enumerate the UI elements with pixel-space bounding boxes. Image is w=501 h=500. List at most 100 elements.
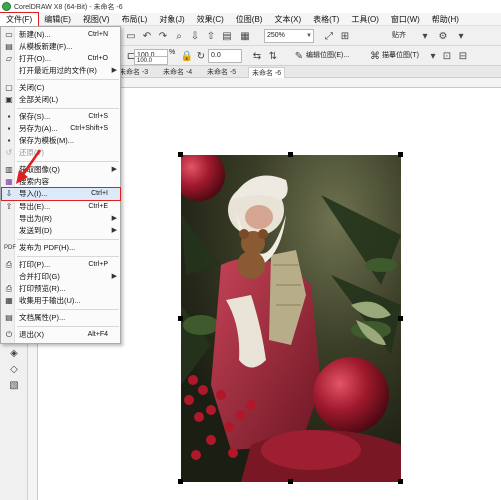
menu-item-save-as[interactable]: ▪ 另存为(A)... Ctrl+Shift+S bbox=[2, 123, 120, 135]
menu-view[interactable]: 视图(V) bbox=[77, 13, 116, 26]
undo-icon[interactable]: ↶ bbox=[140, 29, 154, 43]
menu-item-save[interactable]: ▪ 保存(S)... Ctrl+S bbox=[2, 111, 120, 123]
angle-value: 0.0 bbox=[211, 52, 221, 59]
menu-item-send-to[interactable]: 发送到(D) ▶ bbox=[2, 225, 120, 237]
menu-separator bbox=[17, 326, 119, 327]
tab-untitled-3[interactable]: 未命名 -3 bbox=[116, 67, 151, 78]
chevron-down-icon: ▼ bbox=[306, 33, 312, 39]
edit-bitmap-icon[interactable]: ✎ bbox=[292, 49, 306, 63]
resample-icon[interactable]: ⊟ bbox=[456, 49, 470, 63]
close-all-icon: ▣ bbox=[5, 95, 13, 104]
zoom-value: 250% bbox=[267, 32, 285, 39]
menu-item-publish-pdf[interactable]: PDF 发布为 PDF(H)... bbox=[2, 242, 120, 254]
fill-tool-icon[interactable]: ◈ bbox=[7, 346, 21, 360]
print-icon: ⎙ bbox=[5, 260, 13, 269]
menu-item-print[interactable]: ⎙ 打印(P)... Ctrl+P bbox=[2, 259, 120, 271]
trace-bitmap-button[interactable]: 描摹位图(T) bbox=[382, 50, 419, 60]
menu-item-save-as-template[interactable]: ▪ 保存为模板(M)... bbox=[2, 135, 120, 147]
menu-item-acquire-image[interactable]: ▥ 获取图像(Q) ▶ bbox=[2, 164, 120, 176]
snap-chevron-icon[interactable]: ▾ bbox=[418, 29, 432, 43]
search-content-icon: ▦ bbox=[5, 177, 13, 186]
menu-window[interactable]: 窗口(W) bbox=[385, 13, 426, 26]
trace-bitmap-icon[interactable]: ⌘ bbox=[368, 49, 382, 63]
tab-untitled-5[interactable]: 未命名 -5 bbox=[204, 67, 239, 78]
menu-item-open[interactable]: ▱ 打开(O)... Ctrl+O bbox=[2, 53, 120, 65]
trace-chevron-icon[interactable]: ▾ bbox=[426, 49, 440, 63]
tab-untitled-6[interactable]: 未命名 -6 bbox=[248, 67, 286, 78]
selection-handle-bottom-left[interactable] bbox=[178, 479, 183, 484]
export-toolbar-icon[interactable]: ⇧ bbox=[204, 29, 218, 43]
selection-handle-top[interactable] bbox=[288, 152, 293, 157]
menu-object[interactable]: 对象(J) bbox=[153, 13, 190, 26]
snap-to-label[interactable]: 贴齐 bbox=[392, 30, 406, 40]
menu-item-close-all[interactable]: ▣ 全部关闭(L) bbox=[2, 94, 120, 106]
zoom-combo[interactable]: 250% ▼ bbox=[264, 29, 314, 43]
pdf-icon: PDF bbox=[4, 245, 16, 251]
angle-field[interactable]: 0.0 bbox=[208, 49, 242, 63]
redo-icon[interactable]: ↷ bbox=[156, 29, 170, 43]
new-doc-icon: ▭ bbox=[5, 30, 13, 39]
selection-handle-top-left[interactable] bbox=[178, 152, 183, 157]
menu-text[interactable]: 文本(X) bbox=[268, 13, 307, 26]
interactive-fill-tool-icon[interactable]: ◇ bbox=[7, 362, 21, 376]
tab-untitled-4[interactable]: 未命名 -4 bbox=[160, 67, 195, 78]
menu-item-collect-for-output[interactable]: ▦ 收集用于输出(U)... bbox=[2, 295, 120, 307]
height-percent-value: 100.0 bbox=[137, 58, 153, 64]
menu-item-open-recent[interactable]: 打开最近用过的文件(R) ▶ bbox=[2, 65, 120, 77]
menu-separator bbox=[17, 161, 119, 162]
menu-item-export[interactable]: ⇧ 导出(E)... Ctrl+E bbox=[2, 201, 120, 213]
menu-edit[interactable]: 编辑(E) bbox=[38, 13, 77, 26]
menu-help[interactable]: 帮助(H) bbox=[426, 13, 465, 26]
selection-handle-top-right[interactable] bbox=[398, 152, 403, 157]
pdf-toolbar-icon[interactable]: ▤ bbox=[220, 29, 234, 43]
file-menu-dropdown: ▭ 新建(N)... Ctrl+N ▤ 从模板新建(F)... ▱ 打开(O).… bbox=[0, 26, 121, 344]
revert-icon: ↺ bbox=[5, 148, 13, 157]
save-as-icon: ▪ bbox=[7, 124, 11, 133]
acquire-icon: ▥ bbox=[5, 165, 13, 174]
collect-output-icon: ▦ bbox=[5, 296, 13, 305]
menu-item-search-content[interactable]: ▦ 搜索内容 bbox=[2, 176, 120, 188]
open-folder-icon: ▱ bbox=[5, 54, 13, 63]
menu-item-export-for[interactable]: 导出为(R) ▶ bbox=[2, 213, 120, 225]
crop-icon[interactable]: ⊡ bbox=[440, 49, 454, 63]
menu-layout[interactable]: 布局(L) bbox=[116, 13, 154, 26]
edit-bitmap-button[interactable]: 编辑位图(E)... bbox=[306, 50, 349, 60]
menu-separator bbox=[17, 256, 119, 257]
menu-tools[interactable]: 工具(O) bbox=[345, 13, 385, 26]
mirror-v-icon[interactable]: ⇅ bbox=[266, 49, 280, 63]
menu-item-print-merge[interactable]: 合并打印(G) ▶ bbox=[2, 271, 120, 283]
import-icon: ⇩ bbox=[5, 189, 13, 198]
export-icon: ⇧ bbox=[5, 202, 13, 211]
app-launcher-icon[interactable]: ▦ bbox=[238, 29, 252, 43]
smart-fill-tool-icon[interactable]: ▧ bbox=[7, 378, 21, 392]
save-icon: ▪ bbox=[7, 112, 11, 121]
menu-item-import[interactable]: ⇩ 导入(I)... Ctrl+I bbox=[1, 187, 121, 201]
new-icon[interactable]: ▭ bbox=[124, 29, 138, 43]
menu-item-exit[interactable]: ⏻ 退出(X) Alt+F4 bbox=[2, 329, 120, 341]
gear-icon[interactable]: ⚙ bbox=[436, 29, 450, 43]
menu-item-new-from-template[interactable]: ▤ 从模板新建(F)... bbox=[2, 41, 120, 53]
options-chevron-icon[interactable]: ▾ bbox=[454, 29, 468, 43]
selection-handle-bottom-right[interactable] bbox=[398, 479, 403, 484]
rotate-icon[interactable]: ↻ bbox=[194, 49, 208, 63]
selection-handle-right[interactable] bbox=[398, 316, 403, 321]
full-screen-icon[interactable]: ⤢ bbox=[322, 29, 336, 43]
selection-handle-bottom[interactable] bbox=[288, 479, 293, 484]
submenu-arrow-icon: ▶ bbox=[111, 166, 117, 173]
menu-item-document-properties[interactable]: ▤ 文档属性(P)... bbox=[2, 312, 120, 324]
selection-handle-left[interactable] bbox=[178, 316, 183, 321]
menu-item-close[interactable]: ▢ 关闭(C) bbox=[2, 82, 120, 94]
menu-bitmaps[interactable]: 位图(B) bbox=[230, 13, 269, 26]
search-icon[interactable]: ⌕ bbox=[172, 29, 186, 43]
menu-effects[interactable]: 效果(C) bbox=[191, 13, 230, 26]
menu-table[interactable]: 表格(T) bbox=[307, 13, 345, 26]
lock-icon[interactable]: 🔒 bbox=[180, 49, 194, 63]
imported-santa-photo[interactable] bbox=[181, 155, 401, 482]
menu-item-new[interactable]: ▭ 新建(N)... Ctrl+N bbox=[2, 29, 120, 41]
mirror-h-icon[interactable]: ⇆ bbox=[250, 49, 264, 63]
height-percent-field[interactable]: 100.0 bbox=[134, 56, 168, 65]
rulers-icon[interactable]: ⊞ bbox=[338, 29, 352, 43]
import-toolbar-icon[interactable]: ⇩ bbox=[188, 29, 202, 43]
menu-item-print-preview[interactable]: ⎙ 打印预览(R)... bbox=[2, 283, 120, 295]
menu-file[interactable]: 文件(F) bbox=[0, 11, 40, 27]
